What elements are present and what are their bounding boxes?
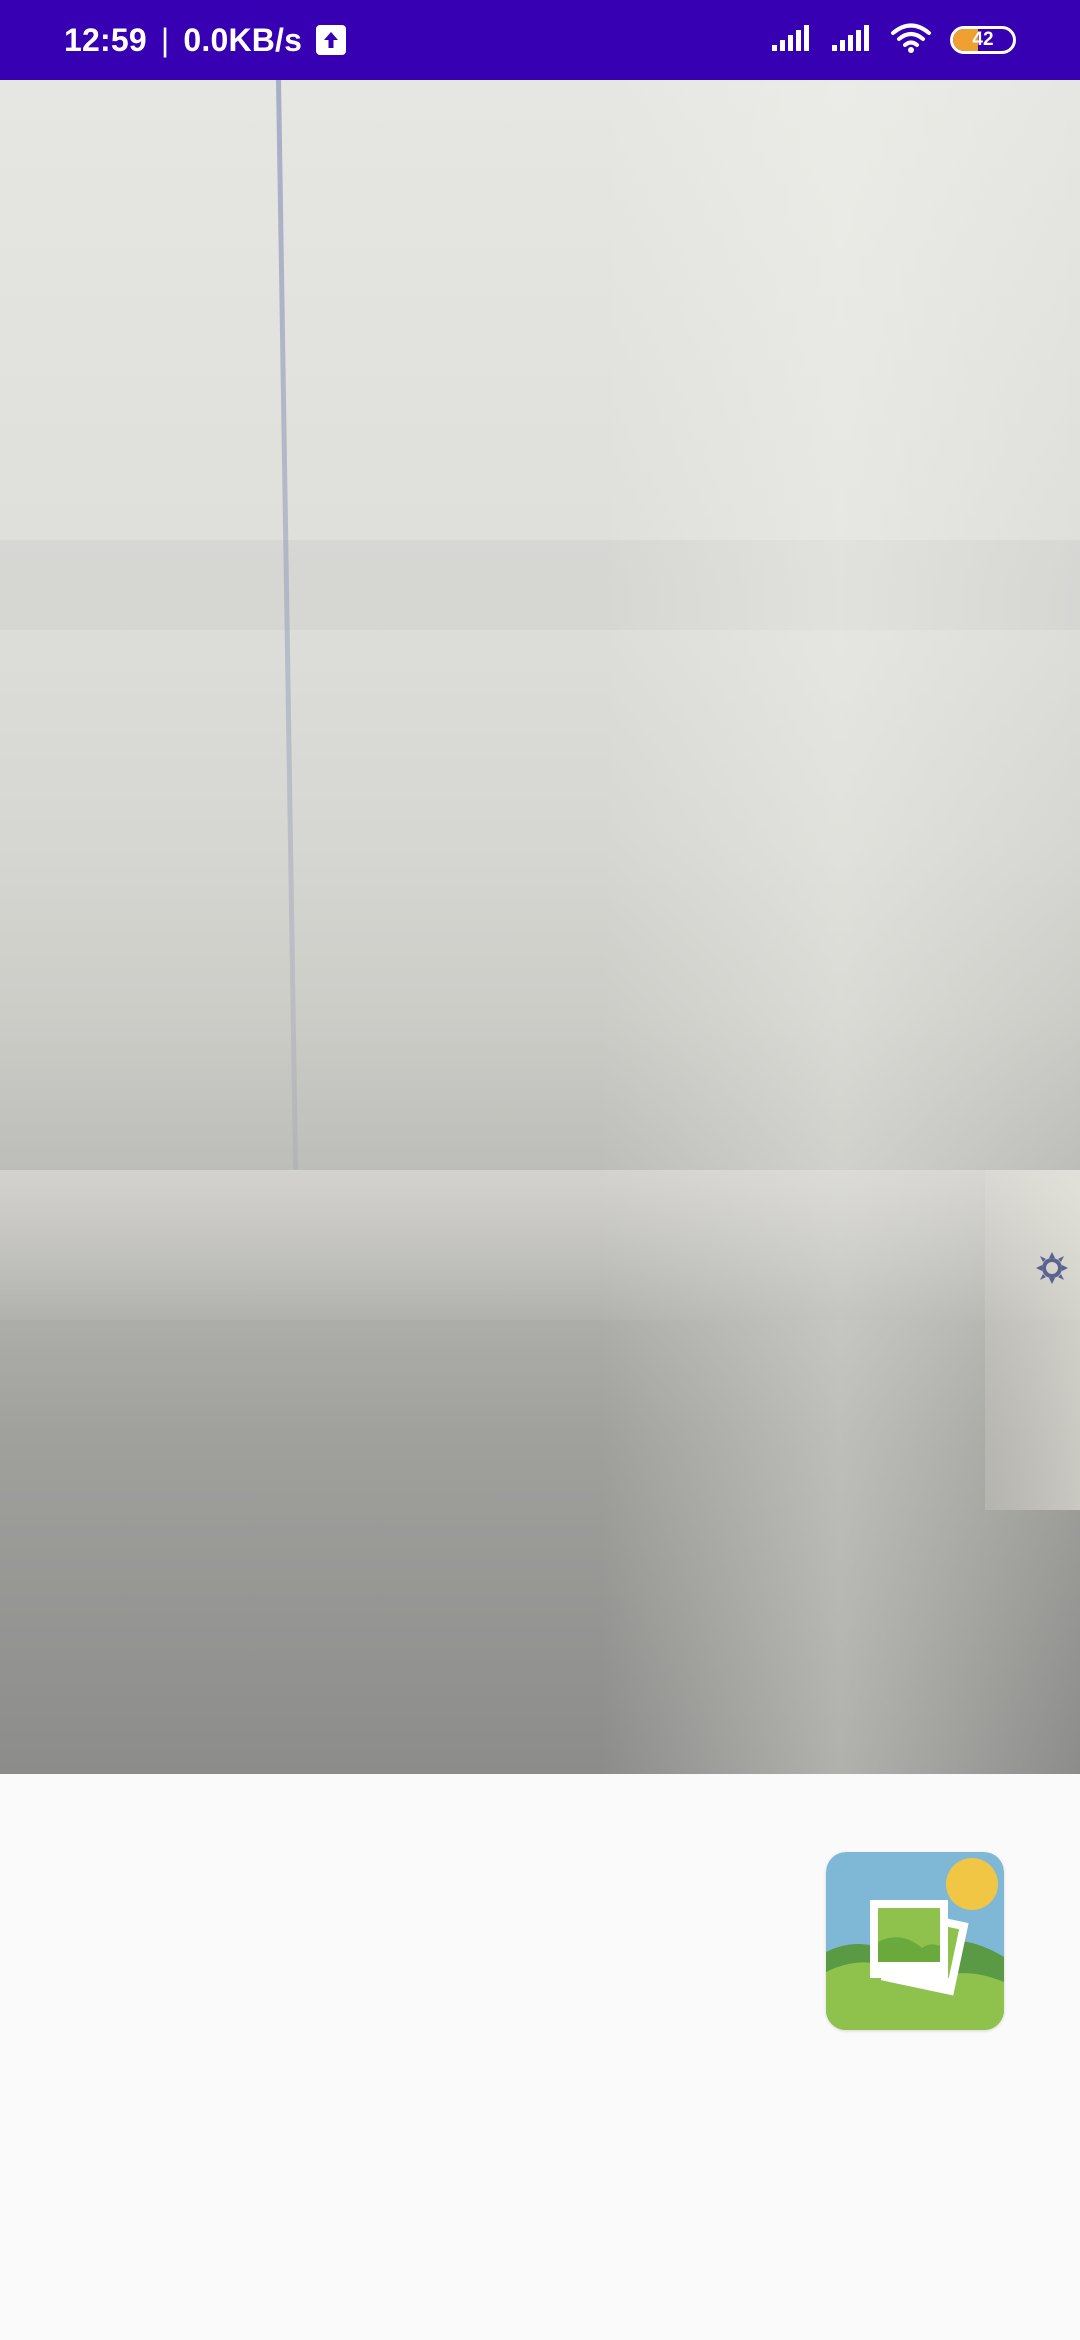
network-speed: 0.0KB/s bbox=[183, 21, 303, 58]
status-left: 12:59 | 0.0KB/s bbox=[64, 0, 347, 80]
preview-right-bar bbox=[985, 1170, 1080, 1510]
battery-level: 42 bbox=[972, 29, 994, 50]
signal-icon bbox=[830, 23, 872, 58]
upload-icon bbox=[316, 25, 347, 55]
preview-band bbox=[0, 1170, 1080, 1320]
gallery-button[interactable] bbox=[826, 1852, 1004, 2030]
status-right: 42 bbox=[770, 0, 1016, 80]
signal-icon bbox=[770, 23, 812, 58]
status-bar: 12:59 | 0.0KB/s 42 bbox=[0, 0, 1080, 80]
preview-highlight bbox=[600, 80, 1080, 1774]
battery-icon: 42 bbox=[950, 26, 1016, 54]
camera-preview[interactable] bbox=[0, 80, 1080, 1774]
status-separator: | bbox=[160, 21, 170, 58]
wifi-icon bbox=[890, 22, 932, 59]
status-time: 12:59 bbox=[64, 21, 147, 58]
gear-icon bbox=[1032, 1248, 1072, 1288]
gallery-icon bbox=[826, 1852, 1004, 2030]
